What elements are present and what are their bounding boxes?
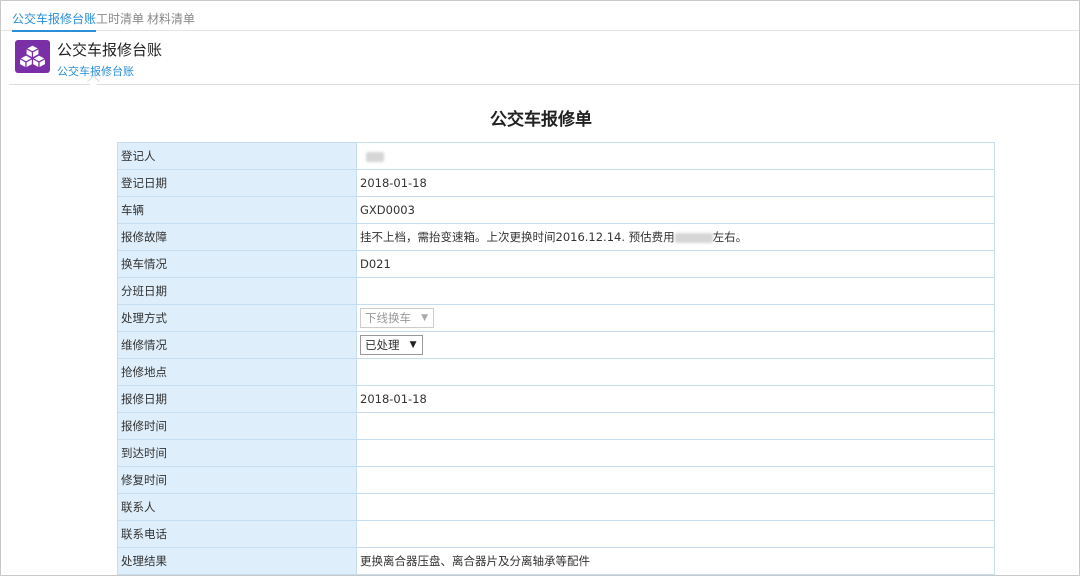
row-label: 报修时间 xyxy=(117,412,357,440)
row-value xyxy=(356,493,995,521)
row-label: 登记日期 xyxy=(117,169,357,197)
row-value xyxy=(356,439,995,467)
row-value xyxy=(356,277,995,305)
app-header: 公交车报修台账 公交车报修台账 xyxy=(9,31,1079,88)
page-title: 公交车报修台账 xyxy=(57,41,163,59)
redacted-name xyxy=(366,151,384,162)
row-value: 更换离合器压盘、离合器片及分离轴承等配件 xyxy=(356,547,995,575)
app-cubes-icon xyxy=(15,40,50,73)
form-row-register-date: 登记日期 2018-01-18 xyxy=(117,169,995,197)
fault-value: 挂不上档，需抬变速箱。上次更换时间2016.12.14. 预估费用 左右。 xyxy=(356,223,995,251)
row-label: 车辆 xyxy=(117,196,357,224)
form-row-fault: 报修故障 挂不上档，需抬变速箱。上次更换时间2016.12.14. 预估费用 左右… xyxy=(117,223,995,251)
row-value: 下线换车 ▼ xyxy=(356,304,995,332)
row-value xyxy=(356,358,995,386)
row-label: 处理方式 xyxy=(117,304,357,332)
row-label: 到达时间 xyxy=(117,439,357,467)
row-value: GXD0003 xyxy=(356,196,995,224)
chevron-down-icon: ▼ xyxy=(421,313,428,323)
row-value xyxy=(356,520,995,548)
form-row-repair-status: 维修情况 已处理 ▼ xyxy=(117,331,995,359)
row-label: 联系电话 xyxy=(117,520,357,548)
row-label: 分班日期 xyxy=(117,277,357,305)
repair-status-select[interactable]: 已处理 ▼ xyxy=(360,335,423,355)
form-row-report-date: 报修日期 2018-01-18 xyxy=(117,385,995,413)
row-label: 报修日期 xyxy=(117,385,357,413)
row-label: 抢修地点 xyxy=(117,358,357,386)
form-row-registrant: 登记人 xyxy=(117,142,995,170)
row-value: 2018-01-18 xyxy=(356,385,995,413)
form-row-phone: 联系电话 xyxy=(117,520,995,548)
row-label: 换车情况 xyxy=(117,250,357,278)
row-value: 2018-01-18 xyxy=(356,169,995,197)
row-value xyxy=(356,412,995,440)
tab-bus-repair-ledger[interactable]: 公交车报修台账 xyxy=(12,10,97,32)
form-row-result: 处理结果 更换离合器压盘、离合器片及分离轴承等配件 xyxy=(117,547,995,575)
repair-form-table: 登记人 登记日期 2018-01-18 车辆 GXD0003 报修故障 挂不上档… xyxy=(117,142,995,575)
form-row-repair-location: 抢修地点 xyxy=(117,358,995,386)
form-row-handling-method: 处理方式 下线换车 ▼ xyxy=(117,304,995,332)
form-row-contact: 联系人 xyxy=(117,493,995,521)
select-value: 已处理 xyxy=(365,338,400,352)
row-value xyxy=(356,466,995,494)
tab-labor-list[interactable]: 工时清单 xyxy=(96,10,144,27)
form-row-vehicle: 车辆 GXD0003 xyxy=(117,196,995,224)
row-label: 报修故障 xyxy=(117,223,357,251)
tab-material-list[interactable]: 材料清单 xyxy=(147,10,195,27)
row-value: D021 xyxy=(356,250,995,278)
row-label: 联系人 xyxy=(117,493,357,521)
form-row-shift-date: 分班日期 xyxy=(117,277,995,305)
fault-text-suffix: 左右。 xyxy=(712,230,748,244)
row-label: 维修情况 xyxy=(117,331,357,359)
form-title: 公交车报修单 xyxy=(490,110,592,130)
row-label: 修复时间 xyxy=(117,466,357,494)
chevron-down-icon: ▼ xyxy=(409,340,417,350)
tab-bar: 公交车报修台账 工时清单 材料清单 xyxy=(1,1,1079,32)
fault-text: 挂不上档，需抬变速箱。上次更换时间2016.12.14. 预估费用 xyxy=(360,230,675,244)
handling-method-select[interactable]: 下线换车 ▼ xyxy=(360,308,434,328)
row-label: 登记人 xyxy=(117,142,357,170)
row-label: 处理结果 xyxy=(117,547,357,575)
form-row-fix-time: 修复时间 xyxy=(117,466,995,494)
form-row-report-time: 报修时间 xyxy=(117,412,995,440)
redacted-cost xyxy=(674,232,713,243)
row-value: 已处理 ▼ xyxy=(356,331,995,359)
form-row-vehicle-swap: 换车情况 D021 xyxy=(117,250,995,278)
form-row-arrival-time: 到达时间 xyxy=(117,439,995,467)
registrant-value xyxy=(356,142,995,170)
select-value: 下线换车 xyxy=(365,311,411,325)
